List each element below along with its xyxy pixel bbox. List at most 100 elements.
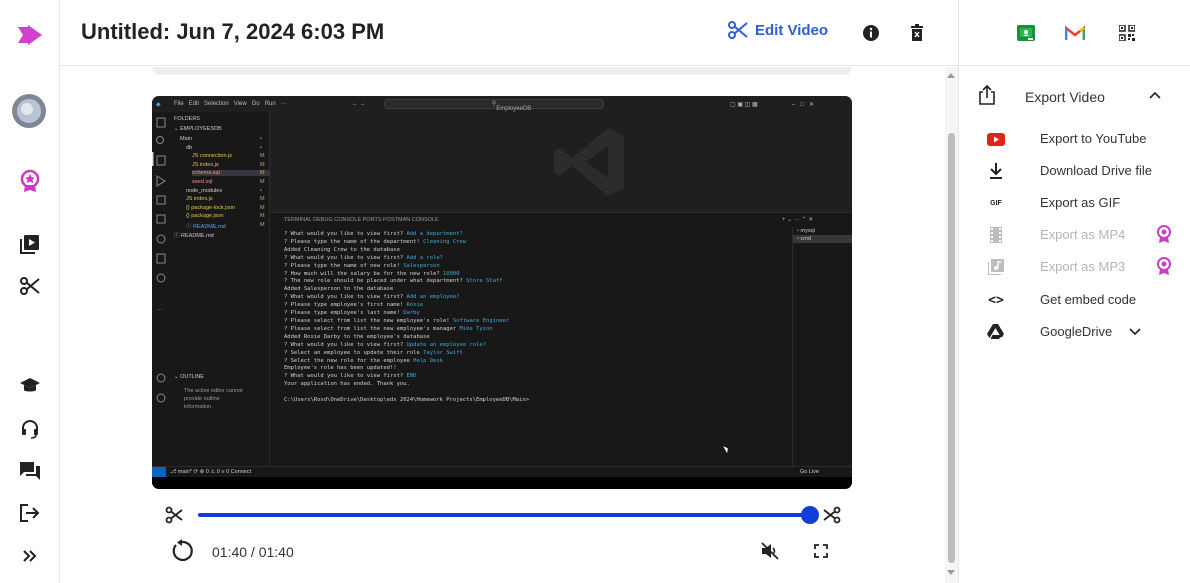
terminal-line: C:\Users\Roxd\OneDrive\Desktop\edx 2024\…: [284, 397, 529, 405]
edit-video-label: Edit Video: [755, 21, 829, 39]
replay-icon[interactable]: [170, 539, 194, 563]
terminal-prompt: ? What would you like to view first?: [284, 231, 407, 237]
support-icon[interactable]: [15, 414, 45, 444]
outline-label: OUTLINE: [180, 374, 204, 380]
status-right: Go Live: [800, 469, 819, 475]
menu-run: Run: [264, 101, 276, 107]
outline-text-2: provide outline: [184, 396, 220, 402]
terminal-answer: END: [406, 373, 417, 380]
export-video-toggle[interactable]: Export Video: [973, 85, 1183, 107]
google-classroom-icon[interactable]: [1016, 23, 1036, 43]
export-mp4-option[interactable]: Export as MP4: [973, 224, 1183, 246]
embed-code-option[interactable]: <> Get embed code: [973, 289, 1183, 311]
google-drive-option[interactable]: GoogleDrive: [973, 321, 1183, 343]
school-icon[interactable]: [15, 371, 45, 401]
download-drive-option[interactable]: Download Drive file: [973, 160, 1183, 182]
recorded-explorer: FOLDERS ⌄ EMPLOYEESDB Main • db • JS connect…: [170, 112, 276, 466]
mute-icon[interactable]: [760, 541, 780, 561]
avatar[interactable]: [10, 92, 48, 130]
terminal-line: ? What would you like to view first? Add…: [284, 255, 529, 263]
trim-end-icon[interactable]: [822, 505, 842, 525]
explorer-item-status: M: [260, 161, 265, 168]
menu-edit: Edit: [188, 101, 200, 107]
terminal-answer: Software Engineer: [452, 317, 510, 324]
share-header: [959, 0, 1190, 66]
terminal-prompt: ? Please type the name of new role!: [284, 262, 404, 269]
explorer-item-status: M: [260, 153, 265, 160]
layout-icons: ▢ ▣ ◫ ▦: [730, 102, 758, 108]
music-icon: [987, 258, 1005, 276]
chevron-down-icon[interactable]: [1129, 328, 1141, 336]
outline-text-3: information.: [184, 404, 213, 410]
terminal-prompt: Employee's role has been updated!!: [284, 365, 397, 372]
scroll-down-arrow-icon[interactable]: [947, 570, 955, 575]
terminal-answer: 10000: [442, 270, 460, 277]
explorer-item-status: M: [260, 170, 265, 177]
terminal-prompt: ? What would you like to view first?: [284, 294, 407, 301]
explorer-root: ⌄ EMPLOYEESDB: [174, 126, 222, 132]
explorer-item-name: Main: [180, 136, 192, 142]
embed-code-label: Get embed code: [1040, 292, 1137, 307]
app-window: Untitled: Jun 7, 2024 6:03 PM Edit Video…: [0, 0, 1190, 583]
logo-icon[interactable]: [15, 20, 45, 50]
qr-code-icon[interactable]: [1117, 23, 1137, 43]
scissors-icon[interactable]: [15, 271, 45, 301]
terminal-answer: Add a department?: [406, 231, 463, 237]
award-icon[interactable]: [15, 166, 45, 196]
recorded-activity-bar: ···: [152, 112, 170, 466]
trim-track[interactable]: [198, 513, 810, 517]
terminal-prompt: Added Salesperson to the database: [284, 286, 394, 293]
video-library-icon[interactable]: [15, 229, 45, 259]
edit-video-button[interactable]: Edit Video: [728, 21, 828, 39]
terminal-prompt: Your application has ended. Thank you.: [284, 381, 410, 388]
export-mp3-option[interactable]: Export as MP3: [973, 256, 1183, 278]
header: Untitled: Jun 7, 2024 6:03 PM Edit Video: [60, 0, 958, 66]
export-mp3-label: Export as MP3: [1040, 259, 1126, 274]
trim-start-icon[interactable]: [164, 505, 184, 525]
terminal-line: ? What would you like to view first? Add…: [284, 231, 529, 239]
explorer-item-name: ⓘ README.md: [186, 224, 226, 230]
explorer-item: ⓘ README.md: [186, 222, 226, 230]
terminal-prompt: Added Roxie Darby to the employee's data…: [284, 333, 430, 340]
export-youtube-option[interactable]: Export to YouTube: [973, 128, 1183, 150]
terminal-line: ? Please select from list the new employ…: [284, 318, 529, 326]
terminal-prompt: ? Select the new role for the employee: [284, 357, 414, 364]
explorer-item: {} package.json: [186, 213, 224, 219]
scroll-up-arrow-icon[interactable]: [947, 73, 955, 78]
terminal-prompt: Added Cleaning Crew to the database: [284, 246, 400, 253]
terminal-answer: Add an employee?: [406, 294, 460, 301]
terminal-prompt: ? Please type employee's first name!: [284, 302, 407, 309]
export-gif-option[interactable]: GIF Export as GIF: [973, 192, 1183, 214]
terminal-line: ? Please type the name of new role! Sale…: [284, 263, 529, 271]
code-icon-text: <>: [988, 292, 1004, 308]
info-icon[interactable]: [860, 22, 882, 44]
delete-icon[interactable]: [906, 22, 928, 44]
explorer-item-name: JS index.js: [192, 161, 219, 168]
video-player[interactable]: ◆ File Edit Selection View Go Run ··· ← …: [152, 96, 852, 489]
code-icon: <>: [987, 291, 1005, 309]
terminal-prompt: ? What would you like to view first?: [284, 341, 407, 348]
explorer-item-status: M: [260, 213, 265, 220]
gmail-icon[interactable]: [1065, 23, 1085, 43]
main-scrollbar[interactable]: [945, 67, 958, 583]
trim-handle[interactable]: [801, 506, 819, 524]
terminal-prompt: ? Please select from list the new employ…: [284, 325, 460, 332]
explorer-item-status: •: [260, 144, 262, 151]
terminal-answer: Store Staff: [466, 278, 503, 285]
fullscreen-icon[interactable]: [811, 541, 831, 561]
terminal-answer: Add a role?: [406, 254, 443, 261]
explorer-item-name: JS index.js: [186, 196, 213, 203]
logout-icon[interactable]: [15, 498, 45, 528]
terminal-prompt: ? Select an employee to update their rol…: [284, 349, 424, 356]
explorer-item-name: JS connection.js: [192, 153, 233, 160]
terminal-prompt: ? Please type the name of the department…: [284, 238, 424, 245]
recorded-titlebar: ◆ File Edit Selection View Go Run ··· ← …: [152, 96, 852, 112]
expand-icon[interactable]: [15, 541, 45, 571]
chat-icon[interactable]: [15, 456, 45, 486]
trim-slider[interactable]: [164, 503, 844, 527]
terminal-line: ? The new role should be placed under wh…: [284, 278, 529, 286]
scrollbar-thumb[interactable]: [948, 133, 955, 563]
terminal-line: ? Please type the name of the department…: [284, 239, 529, 247]
nav-arrows: ← →: [352, 101, 366, 107]
terminal-prompt: ? Please type employee's last name!: [284, 310, 404, 317]
